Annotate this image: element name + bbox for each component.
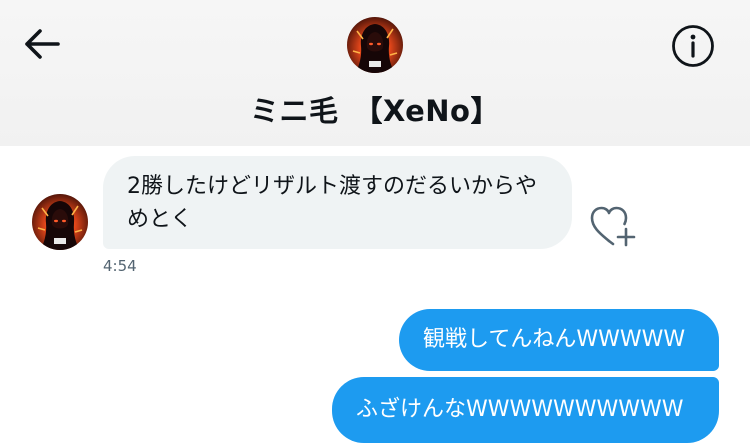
hooded-figure-avatar-image [347, 17, 403, 73]
outgoing-message-bubble[interactable]: 観戦してんねんWWWWW [399, 309, 719, 371]
arrow-left-icon [25, 29, 60, 59]
conversation-info-button[interactable] [671, 24, 715, 68]
conversation-title: ミニ毛 【XeNo】 [250, 94, 500, 128]
heart-plus-icon [590, 206, 636, 247]
message-timestamp: 4:54 [103, 257, 137, 275]
header-avatar[interactable] [347, 17, 403, 73]
incoming-message-bubble[interactable]: 2勝したけどリザルト渡すのだるいからやめとく [103, 156, 572, 249]
back-button[interactable] [20, 24, 64, 64]
like-message-button[interactable] [588, 203, 640, 249]
info-icon [672, 25, 714, 67]
message-sender-avatar[interactable] [32, 194, 88, 250]
outgoing-message-bubble[interactable]: ふざけんなWWWWWWWWWW [332, 377, 719, 443]
conversation-header: ミニ毛 【XeNo】 [0, 0, 750, 146]
hooded-figure-avatar-image [32, 194, 88, 250]
